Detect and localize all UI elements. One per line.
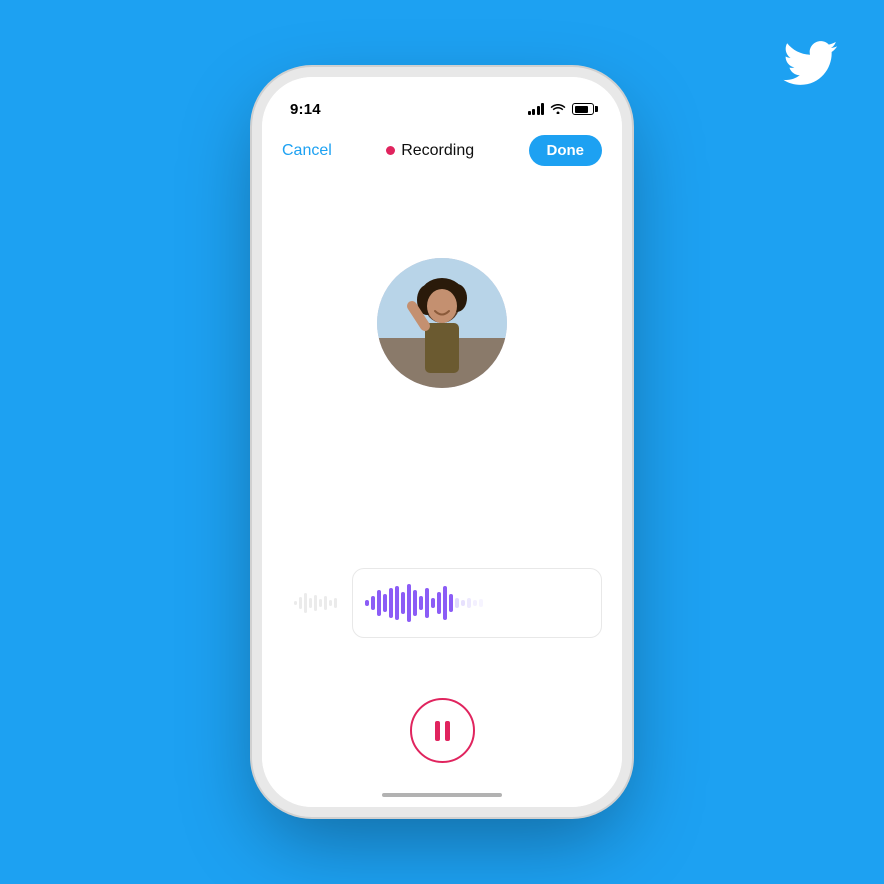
nav-bar: Cancel Recording Done (262, 127, 622, 178)
avatar-image (377, 258, 507, 388)
pause-button-container (410, 698, 475, 763)
phone-screen: 9:14 (262, 77, 622, 807)
phone-notch (377, 77, 507, 103)
status-time: 9:14 (290, 101, 321, 118)
waveform-area (262, 568, 622, 638)
home-indicator (382, 793, 502, 797)
main-content (262, 178, 622, 807)
signal-icon (528, 103, 545, 115)
active-waveform-icon (365, 578, 565, 628)
recording-status: Recording (386, 142, 474, 160)
battery-icon (572, 103, 594, 115)
recording-dot-icon (386, 146, 395, 155)
past-waveform-icon (292, 583, 342, 623)
twitter-logo-icon (780, 32, 840, 92)
phone-device: 9:14 (262, 77, 622, 807)
waveform-past (282, 583, 352, 623)
avatar (377, 258, 507, 388)
done-button[interactable]: Done (529, 135, 603, 166)
phone-frame: 9:14 (262, 77, 622, 807)
pause-button[interactable] (410, 698, 475, 763)
waveform-box (352, 568, 602, 638)
recording-label: Recording (401, 142, 474, 160)
cancel-button[interactable]: Cancel (282, 142, 332, 160)
status-icons (528, 102, 595, 117)
pause-icon (435, 721, 450, 741)
waveform-active (365, 578, 565, 628)
wifi-icon (550, 102, 566, 117)
